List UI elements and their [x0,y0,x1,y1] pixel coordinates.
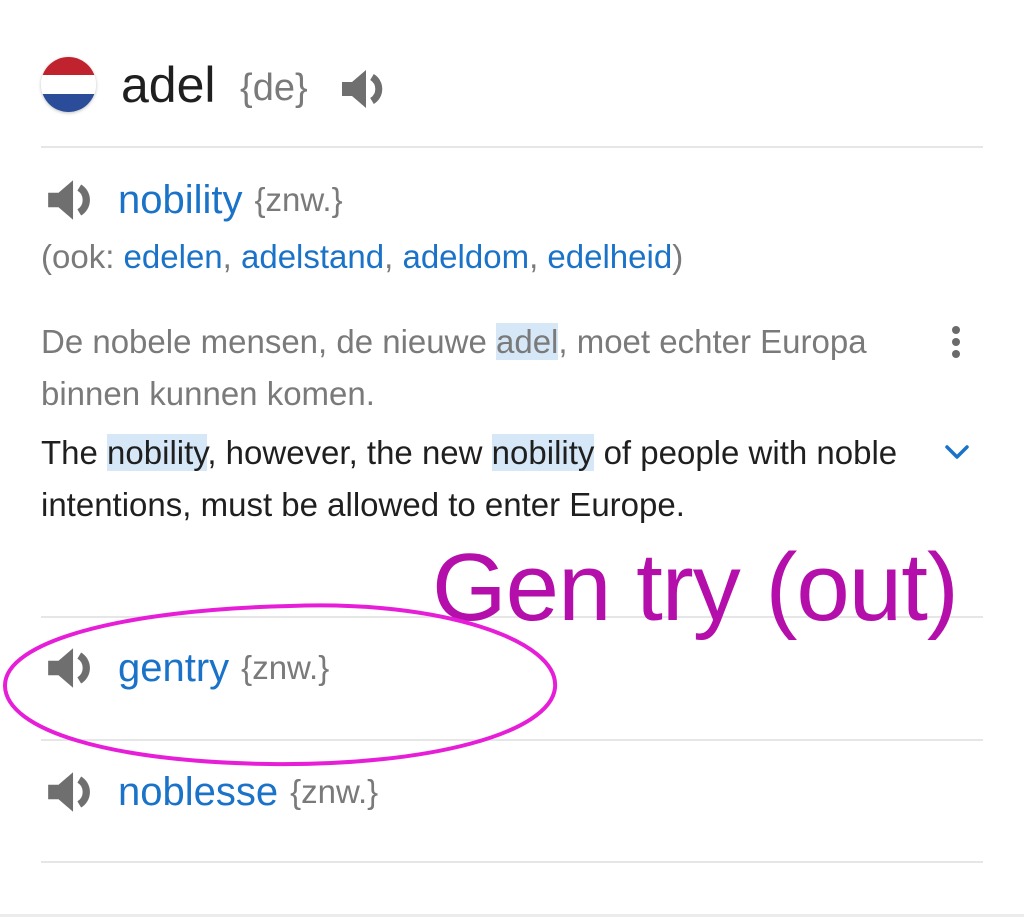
also-terms: (ook: edelen, adelstand, adeldom, edelhe… [41,234,683,280]
translation-link[interactable]: nobility [118,175,243,225]
also-separator: , [529,238,548,275]
part-of-speech: {znw.} [290,773,379,810]
headword: adel [121,57,216,113]
headword-gender: {de} [240,67,308,109]
example-source-sentence: De nobele mensen, de nieuwe adel, moet e… [41,316,901,420]
highlighted-term: nobility [491,434,595,471]
separator [41,146,983,148]
translation-link[interactable]: noblesse [118,767,278,817]
also-separator: , [384,238,403,275]
example-translation-sentence: The nobility, however, the new nobility … [41,427,901,531]
separator [41,861,983,863]
also-term-link[interactable]: adeldom [402,238,529,275]
entry-nobility: nobility {znw.} [44,172,343,228]
speaker-icon[interactable] [44,172,100,228]
sentence-text: De nobele mensen, de nieuwe [41,323,496,360]
highlighted-term: nobility [107,434,208,471]
highlighted-term: adel [495,323,559,360]
speaker-icon[interactable] [338,62,392,116]
also-term-link[interactable]: adelstand [241,238,384,275]
part-of-speech: {znw.} [254,181,343,218]
chevron-down-icon[interactable] [940,440,974,466]
also-term-link[interactable]: edelen [124,238,223,275]
annotation-ellipse [2,603,558,767]
also-separator: , [222,238,241,275]
also-suffix: ) [672,238,684,275]
also-term-link[interactable]: edelheid [547,238,672,275]
also-prefix: (ook: [41,238,124,275]
more-options-icon[interactable] [945,323,967,363]
sentence-text: The [41,434,108,471]
netherlands-flag-icon [41,57,96,112]
sentence-text: , however, the new [207,434,492,471]
